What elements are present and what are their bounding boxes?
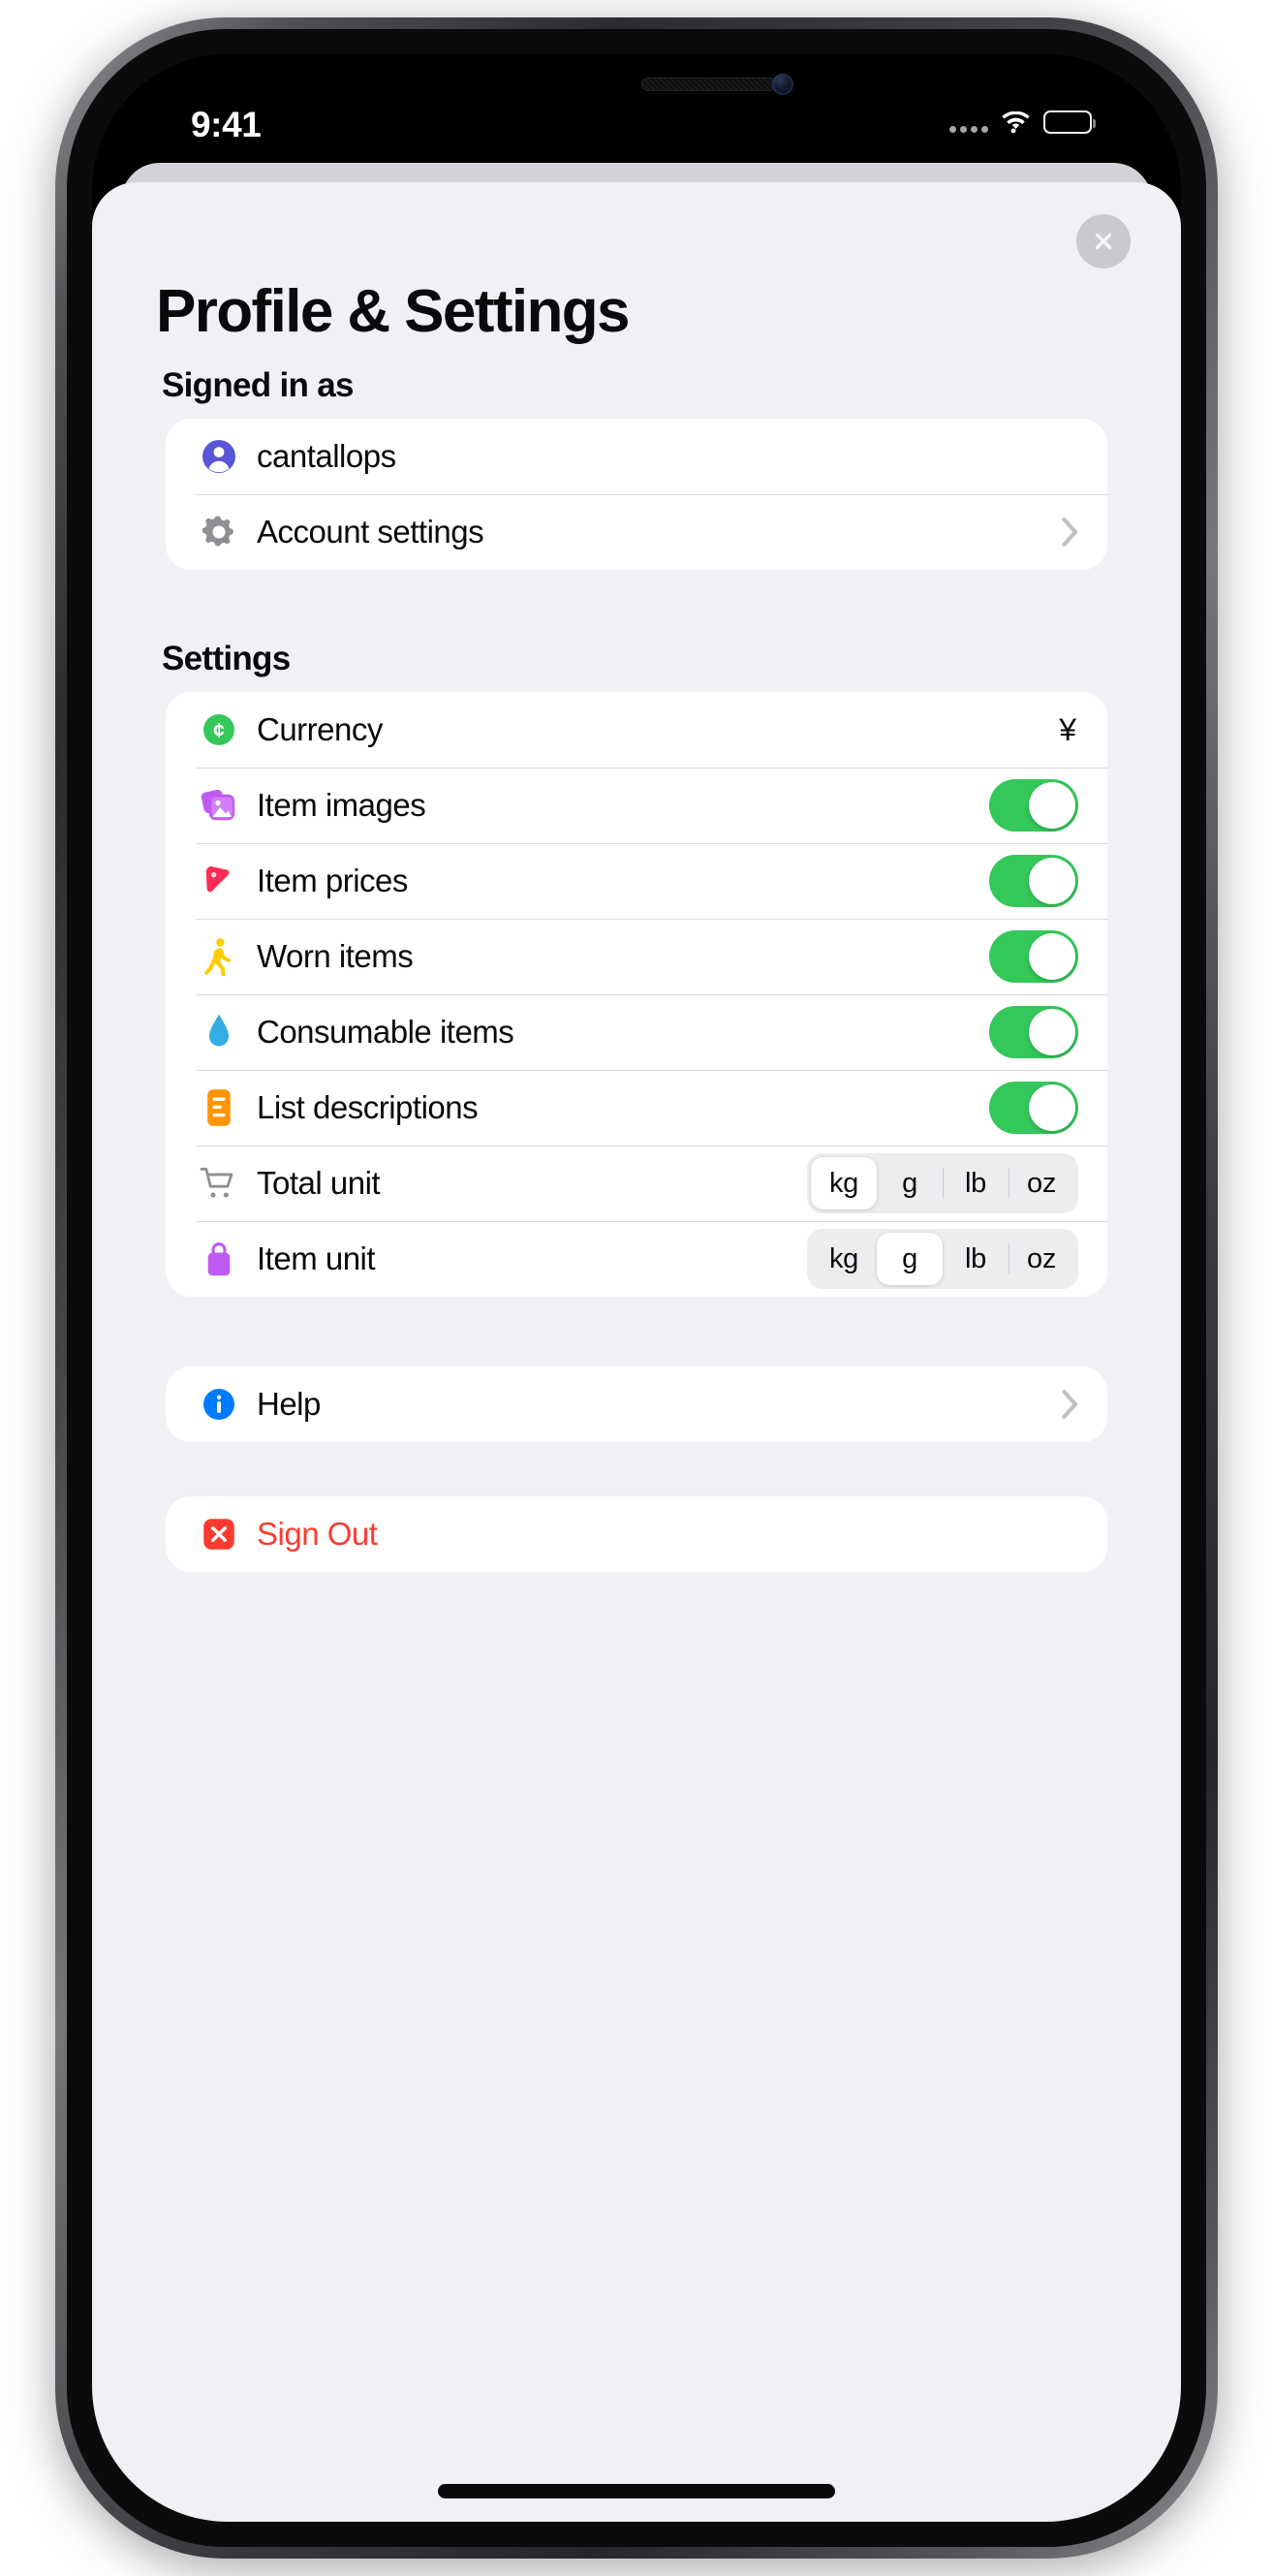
worn-items-toggle[interactable] <box>989 930 1078 983</box>
front-camera <box>772 74 793 95</box>
help-label: Help <box>257 1386 321 1422</box>
item-unit-label: Item unit <box>257 1241 376 1276</box>
close-sheet-button[interactable] <box>1076 214 1131 268</box>
chevron-right-icon <box>1062 518 1077 547</box>
total-unit-label: Total unit <box>257 1165 381 1201</box>
earpiece-speaker <box>641 78 777 91</box>
list-descriptions-toggle[interactable] <box>989 1082 1078 1134</box>
total-unit-option-lb[interactable]: lb <box>943 1157 1009 1209</box>
photo-stack-icon <box>197 783 241 828</box>
consumable-items-label: Consumable items <box>257 1014 514 1050</box>
sheet-scroll-area[interactable]: Signed in as cantallops Account settings… <box>92 366 1181 2522</box>
total-unit-option-kg[interactable]: kg <box>811 1157 877 1209</box>
cent-coin-icon: ¢ <box>197 707 241 752</box>
username-label: cantallops <box>257 438 396 474</box>
row-item-images[interactable]: Item images <box>166 768 1107 843</box>
status-bar-indicators <box>949 110 1096 134</box>
item-prices-label: Item prices <box>257 863 408 898</box>
item-prices-toggle[interactable] <box>989 855 1078 907</box>
person-circle-icon <box>197 434 241 479</box>
list-lines-icon <box>197 1085 241 1130</box>
item-unit-option-g[interactable]: g <box>877 1233 943 1285</box>
phone-bezel: 9:41 Profile & Settings Signed in as can… <box>67 29 1206 2547</box>
shopping-bag-icon <box>197 1237 241 1281</box>
row-account-settings[interactable]: Account settings <box>166 494 1107 570</box>
battery-full-icon <box>1043 110 1096 134</box>
item-unit-option-oz[interactable]: oz <box>1009 1233 1074 1285</box>
row-total-unit[interactable]: Total unit kg g lb oz <box>166 1146 1107 1221</box>
item-unit-option-kg[interactable]: kg <box>811 1233 877 1285</box>
walking-person-icon <box>197 934 241 979</box>
row-currency[interactable]: ¢ Currency ¥ <box>166 692 1107 768</box>
svg-text:¢: ¢ <box>213 720 225 742</box>
gear-icon <box>197 510 241 554</box>
sign-out-label: Sign Out <box>257 1516 378 1552</box>
worn-items-label: Worn items <box>257 938 414 974</box>
wifi-icon <box>1002 110 1030 133</box>
phone-stage: 9:41 Profile & Settings Signed in as can… <box>0 0 1273 2576</box>
row-worn-items[interactable]: Worn items <box>166 919 1107 994</box>
phone-frame: 9:41 Profile & Settings Signed in as can… <box>55 17 1218 2559</box>
item-unit-segmented-control[interactable]: kg g lb oz <box>807 1229 1078 1289</box>
consumable-items-toggle[interactable] <box>989 1006 1078 1058</box>
total-unit-segmented-control[interactable]: kg g lb oz <box>807 1153 1078 1213</box>
item-unit-option-lb[interactable]: lb <box>943 1233 1009 1285</box>
shopping-cart-icon <box>197 1161 241 1206</box>
close-x-icon <box>1095 233 1112 250</box>
page-title: Profile & Settings <box>156 278 631 345</box>
list-descriptions-label: List descriptions <box>257 1089 479 1125</box>
account-settings-label: Account settings <box>257 514 484 550</box>
total-unit-option-oz[interactable]: oz <box>1009 1157 1074 1209</box>
row-item-prices[interactable]: Item prices <box>166 843 1107 919</box>
signal-dots-icon <box>949 111 988 133</box>
row-sign-out[interactable]: Sign Out <box>166 1496 1107 1572</box>
row-help[interactable]: Help <box>166 1367 1107 1442</box>
currency-label: Currency <box>257 711 383 747</box>
settings-section-title: Settings <box>162 640 291 677</box>
row-consumable-items[interactable]: Consumable items <box>166 994 1107 1070</box>
profile-settings-sheet: Profile & Settings Signed in as cantallo… <box>92 182 1181 2522</box>
info-circle-icon <box>197 1382 241 1427</box>
water-drop-icon <box>197 1010 241 1054</box>
x-square-icon <box>197 1512 241 1556</box>
chevron-right-icon <box>1062 1390 1077 1419</box>
item-images-label: Item images <box>257 787 426 823</box>
price-tag-icon <box>197 859 241 903</box>
row-list-descriptions[interactable]: List descriptions <box>166 1070 1107 1146</box>
settings-card: ¢ Currency ¥ Item images Item prices Wor… <box>166 692 1107 1297</box>
phone-screen: 9:41 Profile & Settings Signed in as can… <box>92 54 1181 2522</box>
row-item-unit[interactable]: Item unit kg g lb oz <box>166 1221 1107 1297</box>
account-card: cantallops Account settings <box>166 419 1107 570</box>
status-bar-time: 9:41 <box>191 105 262 144</box>
account-section-title: Signed in as <box>162 366 354 404</box>
home-indicator[interactable] <box>438 2484 835 2498</box>
total-unit-option-g[interactable]: g <box>877 1157 943 1209</box>
signout-card: Sign Out <box>166 1496 1107 1572</box>
help-card: Help <box>166 1367 1107 1442</box>
item-images-toggle[interactable] <box>989 779 1078 832</box>
row-signed-in-user[interactable]: cantallops <box>166 419 1107 494</box>
notch <box>423 54 850 114</box>
currency-value: ¥ <box>1059 711 1076 747</box>
